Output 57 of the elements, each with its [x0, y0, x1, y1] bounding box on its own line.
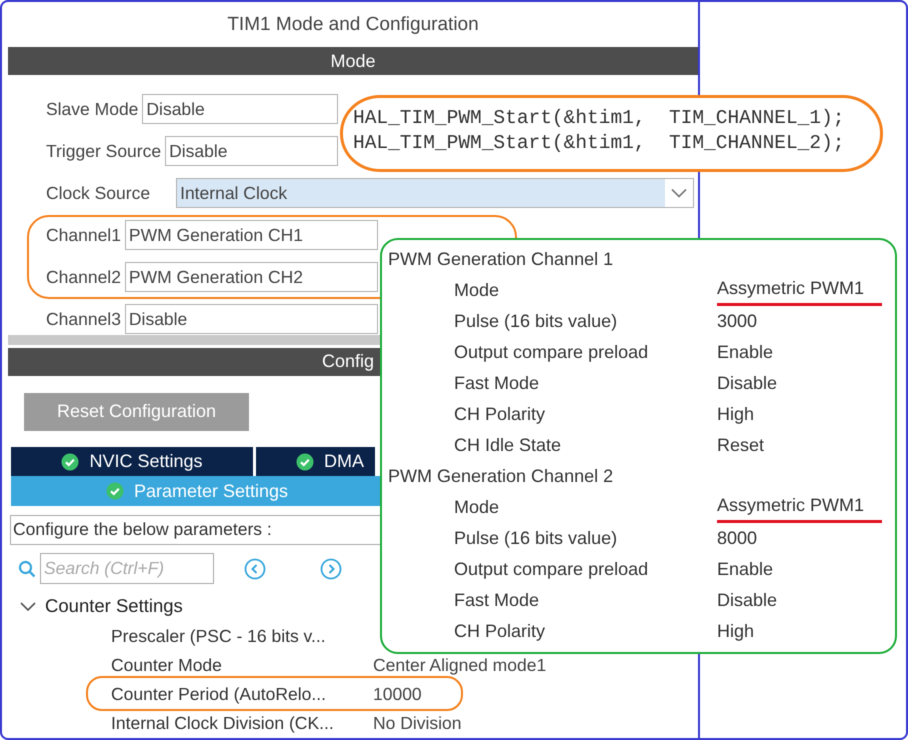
search-field[interactable]: Search (Ctrl+F): [40, 553, 214, 584]
section-heading: PWM Generation Channel 1: [388, 248, 614, 271]
select-field[interactable]: Internal Clock: [176, 178, 694, 208]
param-label: Mode: [454, 279, 500, 302]
search-icon: [18, 560, 36, 578]
window-title: TIM1 Mode and Configuration: [226, 12, 480, 37]
select-field[interactable]: PWM Generation CH1: [124, 220, 378, 250]
param-value: No Division: [373, 713, 462, 734]
section-header: Config: [8, 348, 380, 376]
param-value: Assymetric PWM1: [717, 492, 882, 523]
param-value: Disable: [717, 372, 778, 395]
field-label: Channel1: [46, 224, 121, 246]
param-value: Disable: [717, 589, 778, 612]
param-label: Output compare preload: [454, 341, 650, 364]
param-value: High: [717, 620, 756, 643]
param-value: 3000: [717, 310, 758, 333]
chevron-down-icon[interactable]: [671, 188, 687, 198]
section-header: Mode: [8, 47, 698, 76]
previous-icon[interactable]: [244, 558, 266, 580]
param-label: Pulse (16 bits value): [454, 310, 618, 333]
param-value: Assymetric PWM1: [717, 275, 882, 306]
param-label: Fast Mode: [454, 372, 540, 395]
field-label: Slave Mode: [46, 98, 138, 120]
tab[interactable]: NVIC Settings: [11, 447, 253, 476]
param-label: Counter Mode: [111, 655, 223, 676]
group-title: Counter Settings: [45, 595, 183, 618]
field-label: Clock Source: [46, 182, 150, 204]
param-label: CH Polarity: [454, 620, 546, 643]
param-label: Prescaler (PSC - 16 bits v...: [111, 626, 327, 648]
param-value: Reset: [717, 434, 766, 457]
select-field[interactable]: Disable: [165, 136, 338, 166]
param-value: Enable: [717, 558, 774, 581]
check-circle-icon: [106, 482, 124, 500]
param-value: Center Aligned mode1: [373, 655, 546, 676]
code-line: HAL_TIM_PWM_Start(&htim1, TIM_CHANNEL_1);: [353, 106, 846, 131]
check-circle-icon: [61, 452, 80, 471]
field-label: Channel2: [46, 266, 121, 288]
param-value: Enable: [717, 341, 774, 364]
next-icon[interactable]: [320, 558, 342, 580]
code-line: HAL_TIM_PWM_Start(&htim1, TIM_CHANNEL_2);: [353, 131, 846, 156]
check-circle-icon: [296, 452, 314, 471]
param-label: Counter Period (AutoRelo...: [111, 684, 327, 706]
param-label: CH Idle State: [454, 434, 562, 457]
select-field[interactable]: Disable: [124, 304, 378, 334]
tab[interactable]: DMA: [256, 447, 375, 476]
field-label: Channel3: [46, 308, 121, 330]
param-value: High: [717, 403, 756, 426]
param-label: Output compare preload: [454, 558, 650, 581]
param-value: 10000: [373, 684, 422, 706]
section-heading: PWM Generation Channel 2: [388, 465, 614, 488]
param-label: Internal Clock Division (CK...: [111, 713, 335, 734]
select-field[interactable]: Disable: [142, 94, 338, 124]
param-label: Fast Mode: [454, 589, 540, 612]
select-field[interactable]: PWM Generation CH2: [124, 262, 378, 292]
field-label: Trigger Source: [46, 140, 162, 162]
param-label: CH Polarity: [454, 403, 546, 426]
param-value: 8000: [717, 527, 758, 550]
